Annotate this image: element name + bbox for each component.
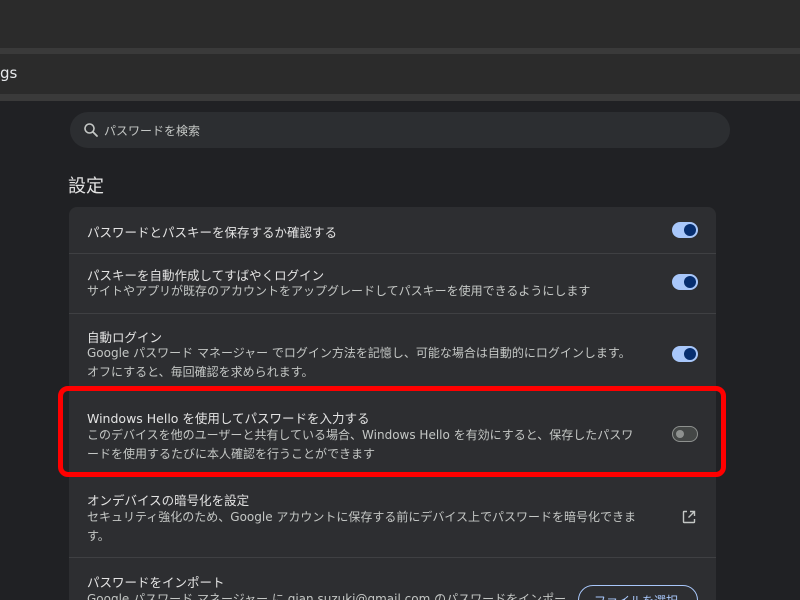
toggle-knob [684, 276, 696, 288]
setting-title: パスワードとパスキーを保存するか確認する [87, 225, 338, 240]
setting-description-line2: す。 [87, 529, 110, 543]
setting-description-line1: Google パスワード マネージャー でログイン方法を記憶し、可能な場合は自動… [87, 346, 631, 360]
setting-description-line2: オフにすると、毎回確認を求められます。 [87, 365, 314, 379]
section-title: 設定 [68, 176, 104, 197]
setting-save-prompt: パスワードとパスキーを保存するか確認する [69, 207, 716, 253]
choose-file-label[interactable]: ファイルを選択 [594, 592, 678, 600]
browser-tab-strip [0, 0, 800, 48]
auto-passkey-toggle[interactable] [672, 274, 698, 290]
setting-title: パスワードをインポート [87, 575, 225, 590]
setting-description: Google パスワード マネージャー に qian.suzuki@gmail.… [87, 592, 567, 600]
toggle-knob [684, 224, 696, 236]
search-placeholder[interactable]: パスワードを検索 [104, 122, 200, 139]
save-prompt-toggle[interactable] [672, 222, 698, 238]
choose-file-button[interactable]: ファイルを選択 [578, 585, 698, 600]
address-bar[interactable]: gs [0, 54, 800, 94]
setting-auto-passkey: パスキーを自動作成してすばやくログイン サイトやアプリが既存のアカウントをアップ… [69, 254, 716, 312]
setting-description: サイトやアプリが既存のアカウントをアップグレードしてパスキーを使用できるようにし… [87, 284, 591, 298]
setting-description-line1: セキュリティ強化のため、Google アカウントに保存する前にデバイス上でパスワ… [87, 510, 637, 524]
address-bar-text[interactable]: gs [0, 64, 17, 82]
setting-on-device-encryption[interactable]: オンデバイスの暗号化を設定 セキュリティ強化のため、Google アカウントに保… [69, 473, 716, 557]
search-icon [84, 123, 98, 137]
password-search-field[interactable]: パスワードを検索 [70, 112, 730, 148]
toggle-knob [684, 348, 696, 360]
windows-hello-highlight-box [58, 386, 726, 477]
setting-auto-login: 自動ログイン Google パスワード マネージャー でログイン方法を記憶し、可… [69, 314, 716, 390]
external-link-icon[interactable] [681, 509, 697, 525]
toolbar-separator [0, 94, 800, 101]
setting-title: オンデバイスの暗号化を設定 [87, 493, 250, 508]
auto-login-toggle[interactable] [672, 346, 698, 362]
